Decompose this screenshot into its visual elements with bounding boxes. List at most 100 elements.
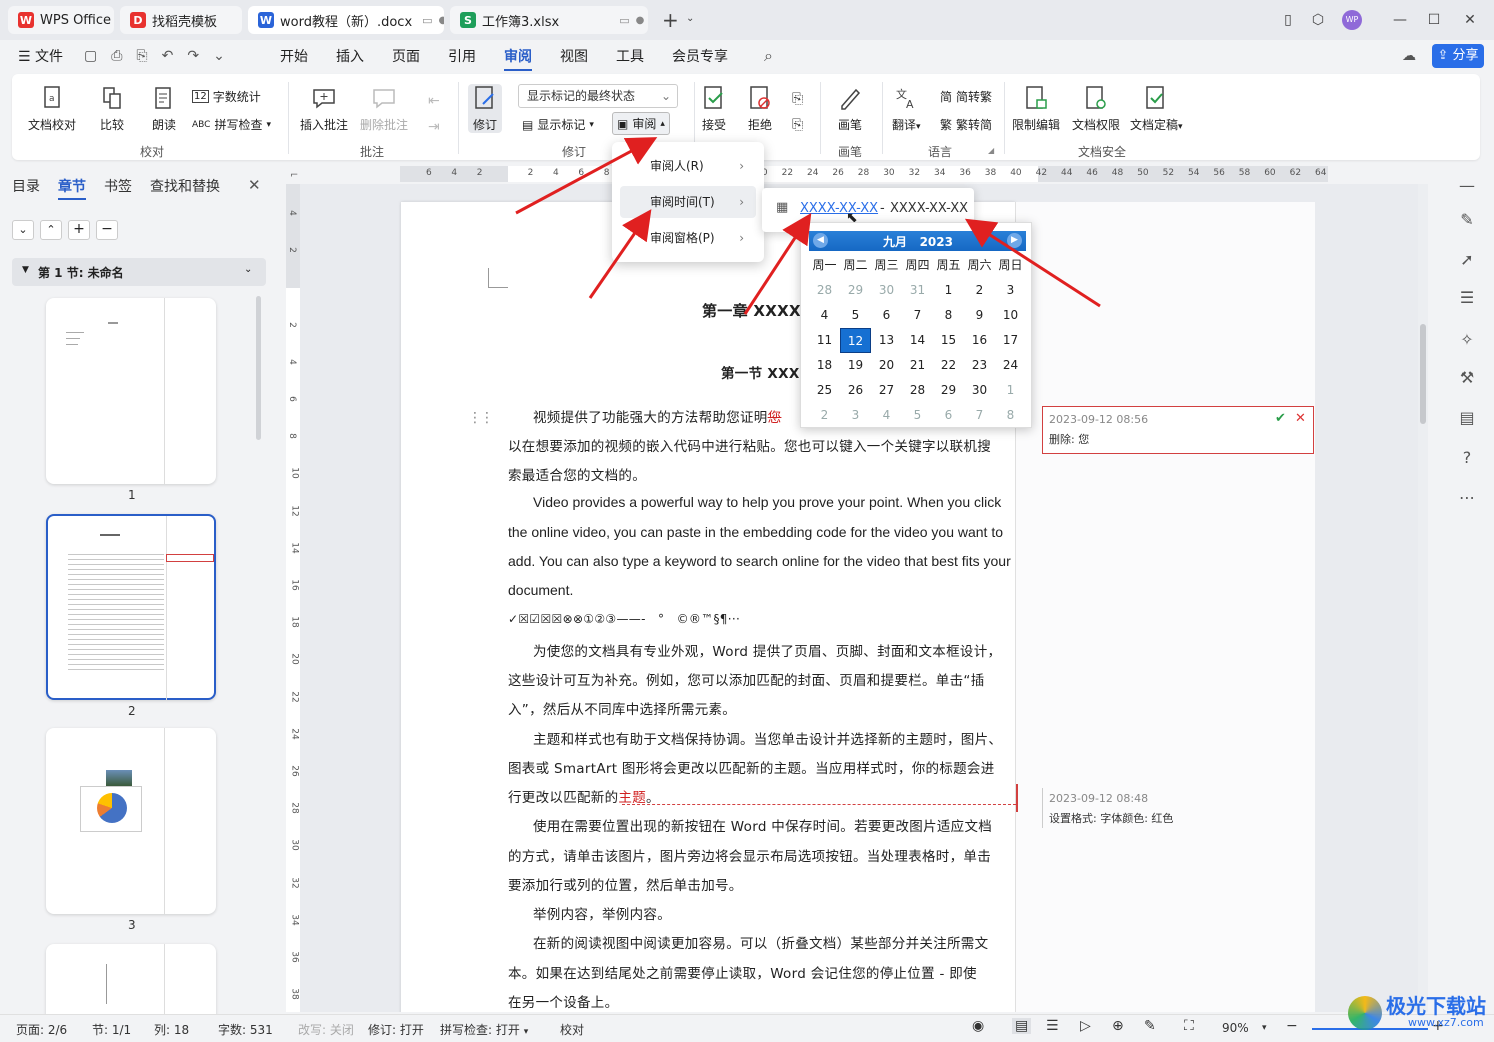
calendar-day[interactable]: 29 [840,278,871,303]
section-heading[interactable]: 第一节 XXX [721,362,800,382]
prev-next-comment-icon[interactable]: ⇤ ⇥ [428,88,440,140]
vertical-scrollbar[interactable] [1418,184,1428,1012]
new-tab-plus-icon[interactable]: + [662,8,679,32]
cloud-icon[interactable]: ☁ [1402,48,1416,64]
vertical-ruler[interactable]: 4 2 2 4 6 8 10 12 14 16 18 20 22 24 26 28 30 32 34 36 38 [286,184,300,1012]
tab-toc[interactable]: 目录 [12,176,40,196]
tab-word-doc[interactable]: W word教程（新）.docx ▭ ● [248,6,444,34]
calendar-day[interactable]: 2 [964,278,995,303]
play-icon[interactable]: ▷ [1080,1018,1091,1034]
doc-check-button[interactable]: a 文档校对 [28,84,76,133]
status-page[interactable]: 页面: 2/6 [16,1021,67,1038]
menu-start[interactable]: 开始 [280,46,308,68]
word-count-button[interactable]: 12 字数统计 [192,88,261,105]
paragraph-line[interactable]: 举例内容，举例内容。 [533,903,671,923]
calendar-day[interactable]: 31 [902,278,933,303]
paragraph-line[interactable]: 行更改以匹配新的主题。 [508,786,660,806]
close-panel-icon[interactable]: ✕ [248,176,261,194]
paragraph-line[interactable]: 使用在需要位置出现的新按钮在 Word 中保存时间。若要更改图片适应文档 [533,815,992,835]
paragraph-line[interactable]: the online video, you can paste in the e… [508,524,1003,540]
page-thumbnail-1[interactable] [46,298,216,484]
accept-button[interactable]: 接受 [700,84,728,133]
calendar-day-selected[interactable]: 12 [840,328,871,353]
calendar-day[interactable]: 20 [871,353,902,378]
calendar-day[interactable]: 15 [933,328,964,353]
menu-item-reviewer[interactable]: 审阅人(R) › [620,150,756,182]
menu-page[interactable]: 页面 [392,46,420,68]
zoom-out-icon[interactable]: − [1286,1018,1298,1034]
paragraph-line[interactable]: 入”，然后从不同库中选择所需元素。 [508,698,736,718]
calendar-day[interactable]: 8 [933,303,964,328]
more-icon[interactable]: ⋯ [1456,486,1478,508]
zoom-level[interactable]: 90% [1222,1021,1249,1035]
drag-handle-icon[interactable]: ⋮⋮ [468,410,494,426]
calendar-day[interactable]: 5 [902,403,933,428]
sliders-icon[interactable]: ☰ [1456,286,1478,308]
finalize-button[interactable]: 文档定稿▾ [1130,84,1183,133]
tab-template[interactable]: D 找稻壳模板 [120,6,242,34]
calendar-day[interactable]: 2 [809,403,840,428]
status-revision[interactable]: 修订: 打开 [368,1021,424,1038]
chevron-down-icon[interactable]: ⌄ [686,13,694,24]
compare-button[interactable]: 比较 [98,84,126,133]
calendar-day[interactable]: 6 [871,303,902,328]
calendar-day[interactable]: 18 [809,353,840,378]
pen-mode-icon[interactable]: ✎ [1144,1018,1156,1034]
layout-icon[interactable]: ▯ [1276,8,1300,32]
symbol-line[interactable]: ✓☒☑☒☒⊗⊗①②③——- ° ©®™§¶··· [508,610,740,627]
chevron-up-icon[interactable]: ⌃ [40,220,62,240]
chevron-down-icon[interactable]: ⌄ [12,220,34,240]
calendar-day[interactable]: 28 [902,378,933,403]
restrict-edit-button[interactable]: 限制编辑 [1012,84,1060,133]
calendar-day[interactable]: 22 [933,353,964,378]
paragraph-line[interactable]: 索最适合您的文档的。 [508,464,646,484]
calendar-day[interactable]: 26 [840,378,871,403]
section-header[interactable]: ▼ 第 1 节: 未命名 ⌄ [12,258,266,286]
calendar-day[interactable]: 13 [871,328,902,353]
menu-member[interactable]: 会员专享 [672,46,728,68]
minimize-icon[interactable]: — [1388,8,1412,32]
close-icon[interactable]: ✕ [1458,8,1482,32]
paragraph-line[interactable]: 在新的阅读视图中阅读更加容易。可以（折叠文档）某些部分并关注所需文 [533,932,988,952]
prev-month-icon[interactable]: ◀ [813,233,828,248]
pen-icon[interactable]: ✎ [1456,208,1478,230]
calendar-day[interactable]: 7 [964,403,995,428]
translate-button[interactable]: 文A 翻译▾ [892,84,921,133]
help-icon[interactable]: ? [1456,446,1478,468]
tab-section[interactable]: 章节 [58,176,86,196]
remove-section-icon[interactable]: − [96,220,118,240]
paragraph-line[interactable]: 在另一个设备上。 [508,991,618,1011]
calendar-day[interactable]: 6 [933,403,964,428]
read-aloud-button[interactable]: 朗读 [150,84,178,133]
avatar[interactable]: WP [1342,10,1362,30]
markup-display-select[interactable]: 显示标记的最终状态 ⌄ [518,84,678,108]
calendar-day[interactable]: 30 [964,378,995,403]
quick-access-icons[interactable]: ▢⎙⎘↶↷⌄ [84,48,239,64]
tools-icon[interactable]: ⚒ [1456,366,1478,388]
calendar-day[interactable]: 3 [995,278,1026,303]
paragraph-line[interactable]: 本。如果在达到结尾处之前需要停止读取，Word 会记住您的停止位置 - 即使 [508,962,977,982]
to-traditional-button[interactable]: 简简转繁 [940,88,992,105]
calendar-day[interactable]: 30 [871,278,902,303]
book-icon[interactable]: ▤ [1456,406,1478,428]
status-overtype[interactable]: 改写: 关闭 [298,1021,354,1038]
calendar-day[interactable]: 7 [902,303,933,328]
year-label[interactable]: 2023 [920,235,953,249]
revision-balloon[interactable]: 2023-09-12 08:56 删除: 您 ✔ ✕ [1042,406,1314,454]
file-menu[interactable]: ☰ 文件 [18,46,63,68]
status-section[interactable]: 节: 1/1 [92,1021,131,1038]
calendar-day[interactable]: 25 [809,378,840,403]
calendar-day[interactable]: 10 [995,303,1026,328]
menu-review[interactable]: 审阅 [504,46,532,71]
cube-icon[interactable]: ⬡ [1306,8,1330,32]
chevron-down-icon[interactable]: ▾ [1262,1023,1267,1033]
horizontal-ruler[interactable]: 6422468101214161820222426283032343638404… [400,166,1328,182]
revision-balloon[interactable]: 2023-09-12 08:48 设置格式: 字体颜色: 红色 [1042,788,1314,828]
to-simplified-button[interactable]: 繁繁转简 [940,116,992,133]
web-view-icon[interactable]: ⊕ [1112,1018,1124,1034]
outline-view-icon[interactable]: ☰ [1046,1018,1059,1034]
eye-icon[interactable]: ◉ [972,1018,984,1034]
calendar-day[interactable]: 4 [809,303,840,328]
spell-check-button[interactable]: ABC 拼写检查 ▾ [192,116,271,133]
paragraph-line[interactable]: add. You can also type a keyword to sear… [508,553,1011,569]
